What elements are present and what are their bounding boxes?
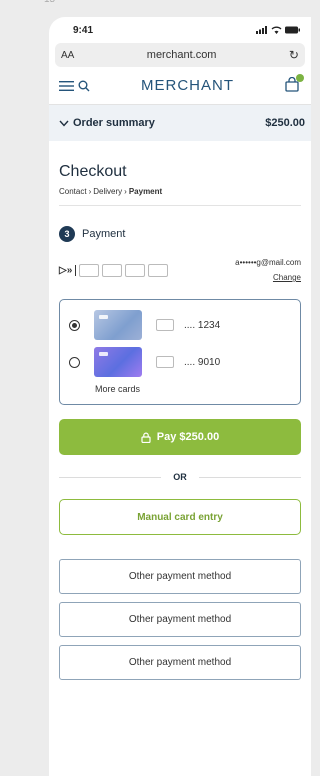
pay-button-label: Pay $250.00: [156, 431, 220, 443]
divider-bar: [75, 264, 77, 276]
status-time: 9:41: [73, 24, 94, 36]
divider: [59, 205, 301, 206]
placeholder-box: [79, 263, 100, 277]
card-brand-icon: [156, 356, 174, 368]
breadcrumb-contact[interactable]: Contact: [59, 187, 87, 196]
menu-icon[interactable]: [59, 80, 74, 92]
breadcrumb: Contact › Delivery › Payment: [59, 187, 163, 196]
placeholder-box: [125, 263, 146, 277]
change-link[interactable]: Change: [235, 273, 301, 282]
battery-icon: [285, 26, 300, 34]
payment-step-header: 3 Payment: [59, 226, 301, 242]
brand-logo[interactable]: MERCHANT: [141, 77, 234, 94]
corner-text: 15: [44, 0, 55, 5]
wallet-row: ▷» a••••••g@mail.com Change: [59, 258, 301, 282]
shopping-bag-icon[interactable]: [285, 73, 304, 95]
card-brand-icon: [156, 319, 174, 331]
order-total: $250.00: [265, 117, 305, 129]
wallet-logo: ▷»: [59, 264, 73, 276]
site-navbar: MERCHANT: [49, 67, 311, 105]
saved-cards-box: .... 1234 .... 9010 More cards: [59, 299, 301, 405]
wallet-email: a••••••g@mail.com: [235, 258, 301, 267]
manual-card-entry-button[interactable]: Manual card entry: [59, 499, 301, 535]
other-payment-method-button[interactable]: Other payment method: [59, 602, 301, 637]
or-divider: OR: [59, 472, 301, 482]
text-size-button[interactable]: AA: [61, 50, 74, 61]
breadcrumb-payment: Payment: [128, 187, 163, 196]
search-icon[interactable]: [78, 80, 90, 92]
phone-screen: 9:41 AA merchant.com ↻ MERCHANT Order su…: [49, 17, 311, 776]
placeholder-box: [102, 263, 123, 277]
card-radio-selected[interactable]: [69, 319, 80, 331]
card-last4: .... 1234: [184, 319, 221, 331]
order-summary-toggle[interactable]: Order summary $250.00: [49, 105, 311, 141]
wifi-icon: [271, 26, 282, 34]
lock-icon: [141, 432, 151, 443]
card-option[interactable]: .... 1234: [68, 310, 292, 340]
other-payment-method-button[interactable]: Other payment method: [59, 559, 301, 594]
url-text: merchant.com: [146, 49, 217, 61]
status-bar: 9:41: [49, 17, 311, 43]
card-last4: .... 9010: [184, 356, 221, 368]
more-cards-link[interactable]: More cards: [95, 384, 292, 394]
browser-address-bar[interactable]: AA merchant.com ↻: [55, 43, 305, 67]
order-summary-label: Order summary: [73, 117, 155, 129]
placeholder-box: [148, 263, 169, 277]
chevron-down-icon: [59, 120, 69, 127]
signal-icon: [256, 26, 267, 34]
card-image: [94, 347, 142, 377]
page-title: Checkout: [59, 163, 127, 180]
checkout-content: Checkout Contact › Delivery › Payment 3 …: [49, 163, 311, 680]
pay-button[interactable]: Pay $250.00: [59, 419, 301, 455]
step-number-badge: 3: [59, 226, 75, 242]
card-image: [94, 310, 142, 340]
other-payment-method-button[interactable]: Other payment method: [59, 645, 301, 680]
or-label: OR: [173, 472, 187, 482]
reload-icon[interactable]: ↻: [289, 48, 299, 62]
step-label: Payment: [82, 228, 126, 240]
card-radio[interactable]: [69, 356, 80, 368]
card-option[interactable]: .... 9010: [68, 347, 292, 377]
breadcrumb-delivery[interactable]: Delivery: [93, 187, 122, 196]
cart-badge: [296, 73, 304, 82]
